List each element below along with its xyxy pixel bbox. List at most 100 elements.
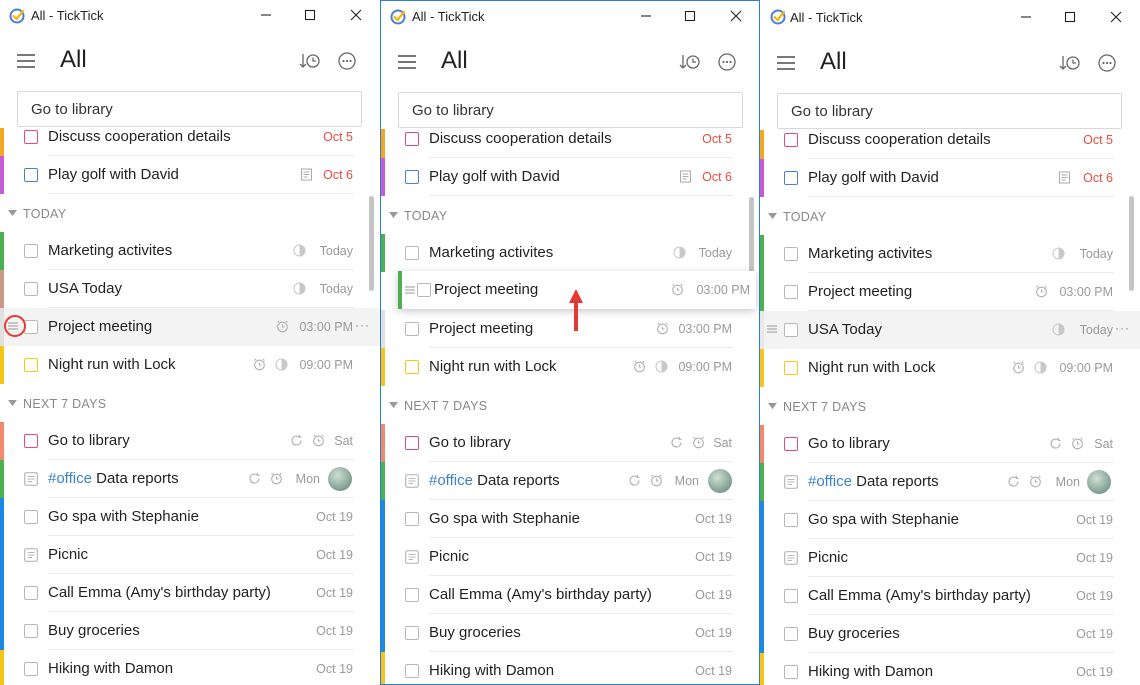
collapse-caret-icon[interactable] <box>8 400 17 407</box>
tag-label[interactable]: #office <box>429 472 473 489</box>
task-row[interactable]: #office Data reports Mon <box>0 460 380 498</box>
task-checkbox[interactable] <box>24 624 38 638</box>
note-checkbox-icon[interactable] <box>784 551 798 565</box>
title-bar[interactable]: All - TickTick <box>381 1 759 33</box>
more-options-icon[interactable] <box>1098 54 1116 72</box>
task-checkbox[interactable] <box>24 434 38 448</box>
task-row[interactable]: Play golf with David Oct 6 <box>381 158 759 196</box>
task-row[interactable]: Night run with Lock 09:00 PM <box>381 348 759 386</box>
section-header-next-7-days[interactable]: NEXT 7 DAYS <box>381 386 759 424</box>
drag-handle-icon[interactable] <box>405 285 415 295</box>
task-row[interactable]: Marketing activites Today <box>760 235 1140 273</box>
task-row-hovered[interactable]: USA Today Today ··· <box>760 311 1140 349</box>
task-row[interactable]: #office Data reports Mon <box>381 462 759 500</box>
hamburger-menu-icon[interactable] <box>777 56 795 70</box>
task-checkbox[interactable] <box>784 133 798 147</box>
task-row[interactable]: Buy groceries Oct 19 <box>760 615 1140 653</box>
task-row[interactable]: Go spa with Stephanie Oct 19 <box>381 500 759 538</box>
task-row[interactable]: Go spa with Stephanie Oct 19 <box>760 501 1140 539</box>
note-checkbox-icon[interactable] <box>24 472 38 486</box>
scrollbar-thumb[interactable] <box>369 196 374 291</box>
section-header-today[interactable]: TODAY <box>0 194 380 232</box>
task-row[interactable]: Night run with Lock 09:00 PM <box>760 349 1140 387</box>
task-row[interactable]: Picnic Oct 19 <box>760 539 1140 577</box>
section-header-today[interactable]: TODAY <box>381 196 759 234</box>
task-checkbox[interactable] <box>784 627 798 641</box>
task-row[interactable]: Hiking with Damon Oct 19 <box>0 650 380 685</box>
more-options-icon[interactable] <box>338 52 356 70</box>
task-checkbox[interactable] <box>405 170 419 184</box>
task-row-hovered[interactable]: Project meeting 03:00 PM ··· <box>0 308 380 346</box>
task-checkbox[interactable] <box>24 282 38 296</box>
task-row[interactable]: Go to library Sat <box>760 425 1140 463</box>
close-button[interactable] <box>344 4 368 26</box>
task-row[interactable]: Discuss cooperation details Oct 5 <box>0 128 380 156</box>
task-checkbox[interactable] <box>24 510 38 524</box>
row-more-button[interactable]: ··· <box>355 318 370 332</box>
task-checkbox[interactable] <box>405 512 419 526</box>
close-button[interactable] <box>1104 6 1128 28</box>
drag-handle-icon[interactable] <box>767 324 777 334</box>
task-checkbox[interactable] <box>417 283 431 297</box>
sort-by-time-icon[interactable] <box>679 53 701 71</box>
task-checkbox[interactable] <box>405 626 419 640</box>
task-checkbox[interactable] <box>405 132 419 146</box>
task-row[interactable]: Call Emma (Amy's birthday party) Oct 19 <box>760 577 1140 615</box>
note-checkbox-icon[interactable] <box>784 475 798 489</box>
task-checkbox[interactable] <box>784 323 798 337</box>
section-header-today[interactable]: TODAY <box>760 197 1140 235</box>
maximize-button[interactable] <box>298 4 322 26</box>
scrollbar-thumb[interactable] <box>1129 196 1134 291</box>
section-header-next-7-days[interactable]: NEXT 7 DAYS <box>760 387 1140 425</box>
task-checkbox[interactable] <box>405 664 419 678</box>
task-checkbox[interactable] <box>24 662 38 676</box>
task-row[interactable]: Picnic Oct 19 <box>381 538 759 576</box>
task-checkbox[interactable] <box>24 586 38 600</box>
task-row[interactable]: USA Today Today <box>0 270 380 308</box>
minimize-button[interactable] <box>254 4 278 26</box>
task-checkbox[interactable] <box>784 247 798 261</box>
task-row[interactable]: #office Data reports Mon <box>760 463 1140 501</box>
task-row[interactable]: Go to library Sat <box>0 422 380 460</box>
hamburger-menu-icon[interactable] <box>398 55 416 69</box>
task-row[interactable]: Go spa with Stephanie Oct 19 <box>0 498 380 536</box>
more-options-icon[interactable] <box>718 53 736 71</box>
task-row[interactable]: Call Emma (Amy's birthday party) Oct 19 <box>381 576 759 614</box>
task-row[interactable]: Go to library Sat <box>381 424 759 462</box>
collapse-caret-icon[interactable] <box>389 212 398 219</box>
task-row[interactable]: Discuss cooperation details Oct 5 <box>381 129 759 158</box>
collapse-caret-icon[interactable] <box>389 402 398 409</box>
task-checkbox[interactable] <box>784 361 798 375</box>
hamburger-menu-icon[interactable] <box>17 54 35 68</box>
collapse-caret-icon[interactable] <box>768 213 777 220</box>
task-checkbox[interactable] <box>784 285 798 299</box>
title-bar[interactable]: All - TickTick <box>760 0 1140 32</box>
add-task-input[interactable] <box>17 91 362 127</box>
task-checkbox[interactable] <box>24 130 38 144</box>
maximize-button[interactable] <box>678 5 702 27</box>
task-checkbox[interactable] <box>24 320 38 334</box>
task-checkbox[interactable] <box>784 437 798 451</box>
close-button[interactable] <box>724 5 748 27</box>
task-checkbox[interactable] <box>784 171 798 185</box>
sort-by-time-icon[interactable] <box>299 52 321 70</box>
collapse-caret-icon[interactable] <box>8 210 17 217</box>
task-checkbox[interactable] <box>405 588 419 602</box>
task-checkbox[interactable] <box>24 244 38 258</box>
row-more-button[interactable]: ··· <box>1115 321 1130 335</box>
minimize-button[interactable] <box>1014 6 1038 28</box>
add-task-input[interactable] <box>398 92 743 128</box>
task-checkbox[interactable] <box>405 360 419 374</box>
task-checkbox[interactable] <box>405 246 419 260</box>
collapse-caret-icon[interactable] <box>768 403 777 410</box>
tag-label[interactable]: #office <box>48 470 92 487</box>
maximize-button[interactable] <box>1058 6 1082 28</box>
task-checkbox[interactable] <box>405 322 419 336</box>
note-checkbox-icon[interactable] <box>405 474 419 488</box>
section-header-next-7-days[interactable]: NEXT 7 DAYS <box>0 384 380 422</box>
task-row[interactable]: Play golf with David Oct 6 <box>760 159 1140 197</box>
note-checkbox-icon[interactable] <box>405 550 419 564</box>
title-bar[interactable]: All - TickTick <box>0 0 380 32</box>
add-task-input[interactable] <box>777 93 1122 129</box>
note-checkbox-icon[interactable] <box>24 548 38 562</box>
